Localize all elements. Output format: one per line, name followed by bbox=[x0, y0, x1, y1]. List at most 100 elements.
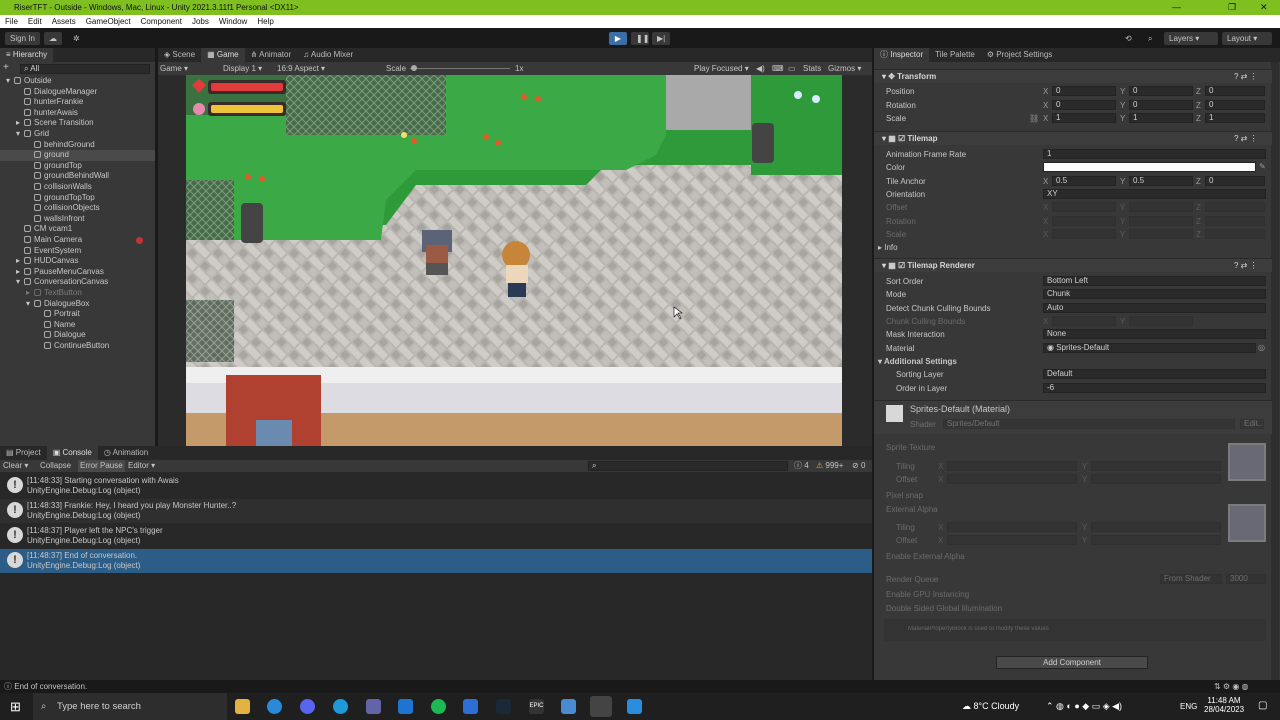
hierarchy-item[interactable]: DialogueManager bbox=[0, 87, 155, 98]
hierarchy-item[interactable]: Main Camera bbox=[0, 235, 155, 246]
foldout-arrow-icon[interactable]: ▾ bbox=[16, 129, 24, 140]
renderer-menu-icon[interactable]: ? ⇄ ⋮ bbox=[1234, 259, 1258, 273]
unity-taskbar-icon[interactable] bbox=[590, 696, 612, 717]
external-alpha-slot[interactable] bbox=[1228, 504, 1266, 542]
hierarchy-item[interactable]: ▾ Grid bbox=[0, 129, 155, 140]
scale-x-field[interactable]: 1 bbox=[1052, 113, 1116, 123]
hierarchy-item[interactable]: EventSystem bbox=[0, 246, 155, 257]
menu-help[interactable]: Help bbox=[252, 15, 278, 28]
menu-file[interactable]: File bbox=[0, 15, 23, 28]
tiling-2-x-field[interactable] bbox=[947, 522, 1077, 532]
tile-anchor-x-field[interactable]: 0.5 bbox=[1052, 176, 1116, 186]
frame-rate-field[interactable]: 1 bbox=[1043, 149, 1266, 159]
hierarchy-item[interactable]: collisionWalls bbox=[0, 182, 155, 193]
error-filter[interactable]: ⊘ 0 bbox=[852, 460, 865, 472]
collab-icon[interactable]: ✲ bbox=[68, 32, 84, 45]
menu-assets[interactable]: Assets bbox=[47, 15, 81, 28]
sorting-layer-dropdown[interactable]: Default bbox=[1043, 369, 1266, 379]
menu-component[interactable]: Component bbox=[136, 15, 187, 28]
mode-dropdown[interactable]: Chunk bbox=[1043, 289, 1266, 299]
tab-audio-mixer[interactable]: ♫ Audio Mixer bbox=[297, 48, 359, 62]
collapse-button[interactable]: Collapse bbox=[40, 460, 71, 472]
rotation-z-field[interactable]: 0 bbox=[1205, 100, 1265, 110]
chunk-culling-y-field[interactable] bbox=[1129, 316, 1193, 326]
shortcuts-icon[interactable]: ⌨ bbox=[772, 62, 784, 75]
eyedropper-icon[interactable]: ✎ bbox=[1259, 162, 1266, 171]
position-x-field[interactable]: 0 bbox=[1052, 86, 1116, 96]
menu-edit[interactable]: Edit bbox=[23, 15, 47, 28]
hierarchy-item[interactable]: wallsInfront bbox=[0, 214, 155, 225]
rotation-x-field[interactable]: 0 bbox=[1052, 100, 1116, 110]
pause-button[interactable]: ❚❚ bbox=[631, 32, 649, 45]
tilemap-rotation-x-field[interactable] bbox=[1052, 216, 1116, 226]
hierarchy-item[interactable]: Portrait bbox=[0, 309, 155, 320]
steam-icon[interactable] bbox=[496, 699, 511, 714]
additional-settings-foldout[interactable]: ▾ Additional Settings bbox=[878, 357, 957, 366]
scale-y-field[interactable]: 1 bbox=[1129, 113, 1193, 123]
tilemap-menu-icon[interactable]: ? ⇄ ⋮ bbox=[1234, 132, 1258, 146]
offset-1-y-field[interactable] bbox=[1091, 474, 1221, 484]
orientation-dropdown[interactable]: XY bbox=[1043, 189, 1266, 199]
hierarchy-item[interactable]: ▸ HUDCanvas bbox=[0, 256, 155, 267]
tiling-2-y-field[interactable] bbox=[1091, 522, 1221, 532]
discord-icon[interactable] bbox=[300, 699, 315, 714]
foldout-arrow-icon[interactable]: ▸ bbox=[16, 118, 24, 129]
offset-1-x-field[interactable] bbox=[947, 474, 1077, 484]
tab-console[interactable]: ▣ Console bbox=[46, 446, 98, 460]
hierarchy-item[interactable]: ▾ ConversationCanvas bbox=[0, 277, 155, 288]
hierarchy-item[interactable]: groundTopTop bbox=[0, 193, 155, 204]
chunk-culling-x-field[interactable] bbox=[1052, 316, 1116, 326]
tilemap-scale-z-field[interactable] bbox=[1205, 229, 1265, 239]
remote-desktop-icon[interactable] bbox=[561, 699, 576, 714]
hierarchy-item[interactable]: ▸ Scene Transition bbox=[0, 118, 155, 129]
scale-slider[interactable] bbox=[410, 68, 510, 69]
epic-games-icon[interactable]: EPIC bbox=[529, 699, 544, 714]
detect-culling-dropdown[interactable]: Auto bbox=[1043, 303, 1266, 313]
tiling-1-y-field[interactable] bbox=[1091, 461, 1221, 471]
clear-button[interactable]: Clear ▾ bbox=[3, 460, 28, 472]
shader-dropdown[interactable]: Sprites/Default bbox=[943, 419, 1235, 429]
menu-window[interactable]: Window bbox=[214, 15, 252, 28]
foldout-arrow-icon[interactable]: ▾ bbox=[26, 299, 34, 310]
hierarchy-item[interactable]: ground bbox=[0, 150, 155, 161]
tab-tile-palette[interactable]: Tile Palette bbox=[929, 48, 981, 62]
hierarchy-item[interactable]: behindGround bbox=[0, 140, 155, 151]
hierarchy-item[interactable]: ▸ PauseMenuCanvas bbox=[0, 267, 155, 278]
add-icon[interactable]: + bbox=[3, 63, 13, 73]
screen-icon[interactable]: ▭ bbox=[788, 62, 796, 75]
layers-dropdown[interactable]: Layers ▾ bbox=[1164, 32, 1218, 45]
game-mode-dropdown[interactable]: Game ▾ bbox=[160, 62, 188, 75]
hierarchy-item[interactable]: ▸ TextButton bbox=[0, 288, 155, 299]
tab-scene[interactable]: ◈ Scene bbox=[158, 48, 201, 62]
tiling-1-x-field[interactable] bbox=[947, 461, 1077, 471]
tab-animation[interactable]: ◷ Animation bbox=[98, 446, 154, 460]
color-field[interactable] bbox=[1043, 162, 1256, 172]
app-icon[interactable] bbox=[463, 699, 478, 714]
info-filter[interactable]: ⓘ 4 bbox=[794, 460, 809, 472]
tab-project[interactable]: ▤ Project bbox=[0, 446, 47, 460]
spotify-icon[interactable] bbox=[431, 699, 446, 714]
foldout-arrow-icon[interactable]: ▸ bbox=[16, 256, 24, 267]
transform-header[interactable]: ▾ ✥ Transform? ⇄ ⋮ bbox=[874, 69, 1272, 83]
console-log-row[interactable]: ! [11:48:33] Frankie: Hey, I heard you pl… bbox=[0, 499, 872, 523]
hierarchy-item[interactable]: hunterFrankie bbox=[0, 97, 155, 108]
taskbar-search-input[interactable]: ⌕ Type here to search bbox=[33, 693, 227, 720]
tab-project-settings[interactable]: ⚙ Project Settings bbox=[981, 48, 1058, 62]
play-focused-dropdown[interactable]: Play Focused ▾ bbox=[694, 62, 749, 75]
tilemap-renderer-header[interactable]: ▾ ▦ ☑ Tilemap Renderer? ⇄ ⋮ bbox=[874, 258, 1272, 272]
foldout-arrow-icon[interactable]: ▸ bbox=[16, 267, 24, 278]
tilemap-offset-x-field[interactable] bbox=[1052, 202, 1116, 212]
tilemap-header[interactable]: ▾ ▦ ☑ Tilemap? ⇄ ⋮ bbox=[874, 131, 1272, 145]
material-field[interactable]: ◉ Sprites-Default bbox=[1043, 343, 1256, 353]
teams-icon[interactable] bbox=[366, 699, 381, 714]
menu-gameobject[interactable]: GameObject bbox=[81, 15, 136, 28]
inspector-scrollbar[interactable] bbox=[1271, 62, 1279, 682]
console-log-row[interactable]: ! [11:48:37] End of conversation. UnityEng… bbox=[0, 549, 872, 573]
foldout-arrow-icon[interactable]: ▸ bbox=[26, 288, 34, 299]
tilemap-rotation-y-field[interactable] bbox=[1129, 216, 1193, 226]
object-picker-icon[interactable]: ◎ bbox=[1258, 343, 1265, 352]
sign-in-button[interactable]: Sign In bbox=[5, 32, 40, 45]
scale-slider-handle[interactable] bbox=[411, 65, 417, 71]
hierarchy-item[interactable]: ContinueButton bbox=[0, 341, 155, 352]
hierarchy-item[interactable]: Dialogue bbox=[0, 330, 155, 341]
